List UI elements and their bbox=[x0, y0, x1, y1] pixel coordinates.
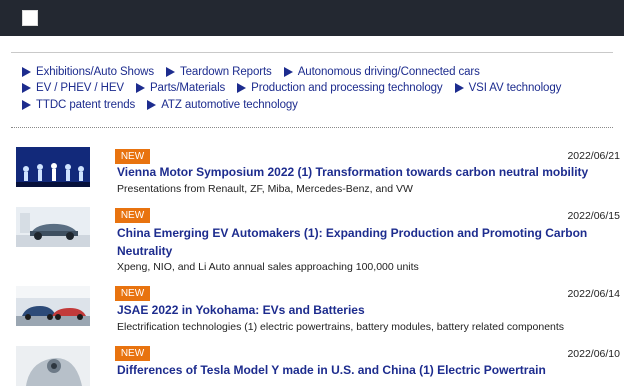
article-thumbnail[interactable] bbox=[16, 207, 90, 247]
category-row-3: TTDC patent trends ATZ automotive techno… bbox=[22, 97, 310, 113]
article-description: Presentations from Renault, ZF, Miba, Me… bbox=[117, 183, 413, 195]
header-divider bbox=[11, 52, 613, 53]
new-badge: NEW bbox=[115, 286, 150, 301]
new-badge: NEW bbox=[115, 346, 150, 361]
arrow-right-icon bbox=[22, 83, 31, 93]
arrow-right-icon bbox=[147, 100, 157, 110]
article-thumbnail[interactable] bbox=[16, 147, 90, 187]
article-title-link[interactable]: Vienna Motor Symposium 2022 (1) Transfor… bbox=[117, 163, 617, 181]
category-link-production[interactable]: Production and processing technology bbox=[237, 82, 443, 94]
arrow-right-icon bbox=[454, 83, 464, 93]
arrow-right-icon bbox=[237, 83, 247, 93]
article-title-link[interactable]: JSAE 2022 in Yokohama: EVs and Batteries bbox=[117, 301, 617, 319]
article-thumbnail[interactable] bbox=[16, 286, 90, 326]
arrow-right-icon bbox=[165, 67, 175, 77]
article-date: 2022/06/21 bbox=[567, 150, 620, 162]
arrow-right-icon bbox=[283, 67, 293, 77]
arrow-right-icon bbox=[135, 83, 145, 93]
top-navigation-bar bbox=[0, 0, 624, 36]
category-row-2: EV / PHEV / HEV Parts/Materials Producti… bbox=[22, 80, 573, 96]
category-row-1: Exhibitions/Auto Shows Teardown Reports … bbox=[22, 64, 492, 80]
arrow-right-icon bbox=[22, 100, 31, 110]
new-badge: NEW bbox=[115, 208, 150, 223]
category-link-teardown[interactable]: Teardown Reports bbox=[165, 66, 272, 78]
article-title-link[interactable]: China Emerging EV Automakers (1): Expand… bbox=[117, 224, 617, 260]
category-link-parts[interactable]: Parts/Materials bbox=[135, 82, 225, 94]
category-link-ttdc[interactable]: TTDC patent trends bbox=[22, 99, 135, 111]
menu-square-icon[interactable] bbox=[22, 10, 38, 26]
article-description: Xpeng, NIO, and Li Auto annual sales app… bbox=[117, 261, 419, 273]
article-thumbnail[interactable] bbox=[16, 346, 90, 386]
category-link-exhibitions[interactable]: Exhibitions/Auto Shows bbox=[22, 66, 154, 78]
article-date: 2022/06/15 bbox=[567, 210, 620, 222]
category-divider bbox=[11, 127, 613, 128]
article-date: 2022/06/10 bbox=[567, 348, 620, 360]
category-link-vsi[interactable]: VSI AV technology bbox=[454, 82, 561, 94]
new-badge: NEW bbox=[115, 149, 150, 164]
category-link-ev[interactable]: EV / PHEV / HEV bbox=[22, 82, 124, 94]
article-description: Electrification technologies (1) electri… bbox=[117, 321, 565, 333]
category-link-autonomous[interactable]: Autonomous driving/Connected cars bbox=[283, 66, 480, 78]
arrow-right-icon bbox=[22, 67, 31, 77]
article-title-link[interactable]: Differences of Tesla Model Y made in U.S… bbox=[117, 361, 617, 379]
category-link-atz[interactable]: ATZ automotive technology bbox=[147, 99, 298, 111]
article-date: 2022/06/14 bbox=[567, 288, 620, 300]
